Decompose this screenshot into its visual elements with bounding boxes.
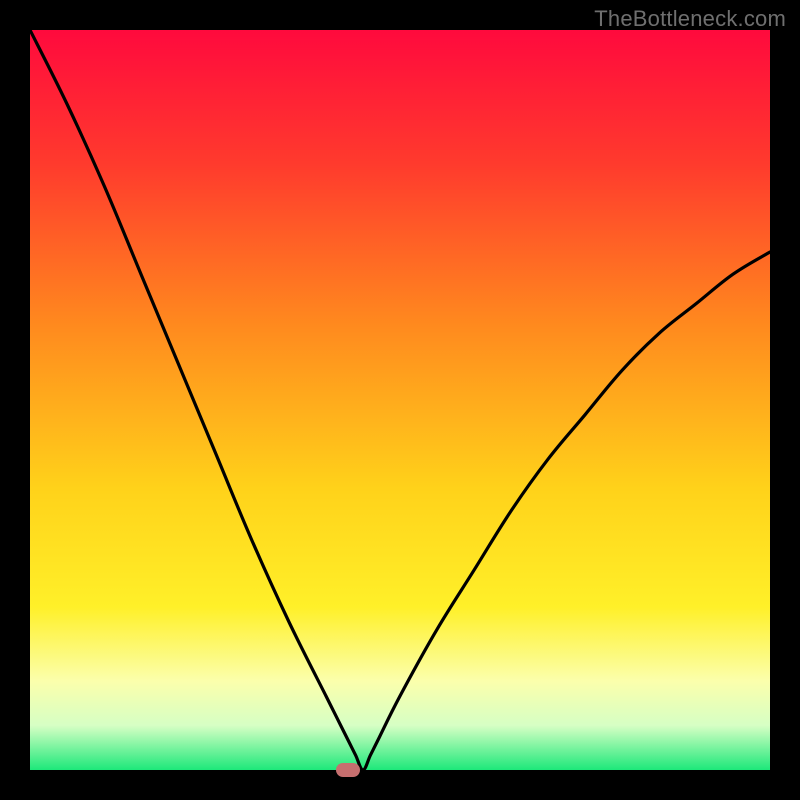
plot-background — [30, 30, 770, 770]
bottleneck-plot — [30, 30, 770, 770]
bottleneck-marker — [336, 763, 360, 777]
chart-frame: TheBottleneck.com — [0, 0, 800, 800]
watermark-text: TheBottleneck.com — [594, 6, 786, 32]
